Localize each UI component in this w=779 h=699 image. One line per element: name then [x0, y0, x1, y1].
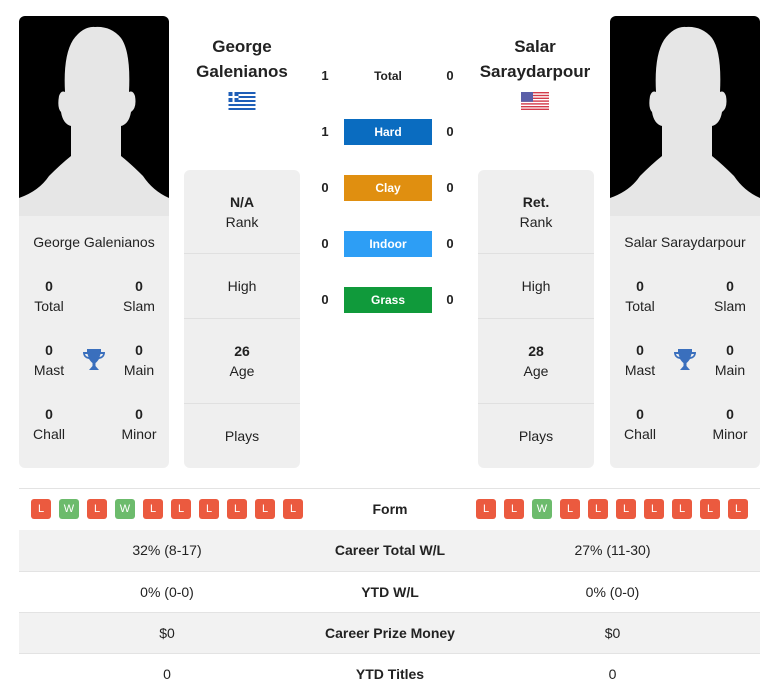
usa-flag-icon: [521, 92, 551, 110]
comparison-label: Career Total W/L: [334, 542, 446, 558]
surface-hard[interactable]: Hard: [344, 119, 432, 145]
player1-high: High: [184, 254, 300, 319]
player2-rank: Ret. Rank: [478, 170, 594, 254]
player2-titles-main: 0 Main: [714, 342, 746, 378]
player2-titles-mast: 0 Mast: [624, 342, 656, 378]
h2h-p1-count: 1: [321, 68, 329, 83]
form-loss-badge[interactable]: L: [560, 499, 580, 519]
greece-flag-icon: [228, 92, 258, 110]
player2-titles-total: 0 Total: [625, 278, 655, 314]
silhouette-icon: [19, 26, 169, 216]
form-win-badge[interactable]: W: [59, 499, 79, 519]
player1-info-card: N/A Rank High 26 Age Plays: [184, 170, 300, 468]
form-loss-badge[interactable]: L: [672, 499, 692, 519]
player2-titles-minor: 0 Minor: [712, 406, 748, 442]
h2h-row-hard: 1 Hard 0: [310, 119, 465, 145]
player2-age: 28 Age: [478, 319, 594, 404]
player2-photo: [610, 16, 760, 216]
player2-value: 27% (11-30): [574, 542, 651, 558]
surface-indoor[interactable]: Indoor: [344, 231, 432, 257]
player1-age: 26 Age: [184, 319, 300, 404]
h2h-p2-count: 0: [446, 236, 454, 251]
player2-titles-slam: 0 Slam: [714, 278, 746, 314]
divider: [19, 488, 760, 489]
comparison-label: YTD Titles: [355, 666, 425, 682]
surface-total: Total: [374, 69, 402, 83]
player1-value: 0: [163, 666, 171, 682]
h2h-p1-count: 0: [321, 180, 329, 195]
surface-grass[interactable]: Grass: [344, 287, 432, 313]
player2-titles-chall: 0 Chall: [624, 406, 656, 442]
form-loss-badge[interactable]: L: [171, 499, 191, 519]
player1-titles-slam: 0 Slam: [123, 278, 155, 314]
form-loss-badge[interactable]: L: [700, 499, 720, 519]
form-loss-badge[interactable]: L: [476, 499, 496, 519]
h2h-row-grass: 0 Grass 0: [310, 287, 465, 313]
player1-value: $0: [159, 625, 175, 641]
player1-titles-minor: 0 Minor: [121, 406, 157, 442]
form-loss-badge[interactable]: L: [199, 499, 219, 519]
form-win-badge[interactable]: W: [115, 499, 135, 519]
player2-name[interactable]: Salar Saraydarpour: [475, 34, 595, 84]
h2h-p2-count: 0: [446, 292, 454, 307]
h2h-p1-count: 1: [321, 124, 329, 139]
player1-titles-chall: 0 Chall: [33, 406, 65, 442]
comparison-row: 0% (0-0) YTD W/L 0% (0-0): [19, 571, 760, 612]
form-loss-badge[interactable]: L: [227, 499, 247, 519]
h2h-p2-count: 0: [446, 124, 454, 139]
silhouette-icon: [610, 26, 760, 216]
form-loss-badge[interactable]: L: [87, 499, 107, 519]
h2h-p2-count: 0: [446, 68, 454, 83]
comparison-row: $0 Career Prize Money $0: [19, 612, 760, 653]
player1-rank: N/A Rank: [184, 170, 300, 254]
player2-value: 0: [608, 666, 617, 682]
h2h-p2-count: 0: [446, 180, 454, 195]
form-loss-badge[interactable]: L: [143, 499, 163, 519]
player1-value: 0% (0-0): [140, 584, 194, 600]
form-loss-badge[interactable]: L: [588, 499, 608, 519]
h2h-p1-count: 0: [321, 236, 329, 251]
h2h-row-indoor: 0 Indoor 0: [310, 231, 465, 257]
player2-info-card: Ret. Rank High 28 Age Plays: [478, 170, 594, 468]
player1-titles-total: 0 Total: [34, 278, 64, 314]
comparison-label: Career Prize Money: [325, 625, 455, 641]
player1-name[interactable]: George Galenianos: [182, 34, 302, 84]
form-loss-badge[interactable]: L: [283, 499, 303, 519]
form-loss-badge[interactable]: L: [255, 499, 275, 519]
trophy-icon: [673, 347, 697, 371]
player1-plays: Plays: [224, 428, 260, 444]
h2h-row-clay: 0 Clay 0: [310, 175, 465, 201]
form-label: Form: [372, 501, 408, 517]
form-loss-badge[interactable]: L: [31, 499, 51, 519]
player1-value: 32% (8-17): [132, 542, 202, 558]
player2-plays: Plays: [518, 428, 554, 444]
player2-full-name: Salar Saraydarpour: [624, 234, 746, 250]
form-loss-badge[interactable]: L: [504, 499, 524, 519]
form-win-badge[interactable]: W: [532, 499, 552, 519]
player2-titles-card: Salar Saraydarpour 0 Total 0 Slam 0 Mast 0M…: [610, 216, 760, 468]
form-loss-badge[interactable]: L: [728, 499, 748, 519]
player1-titles-main: 0 Main: [123, 342, 155, 378]
player2-high: High: [478, 254, 594, 319]
player1-titles-card: George Galenianos 0 Total 0 Slam 0 Mast 0 Ma…: [19, 216, 169, 468]
form-loss-badge[interactable]: L: [616, 499, 636, 519]
surface-clay[interactable]: Clay: [344, 175, 432, 201]
player2-value: 0% (0-0): [585, 584, 640, 600]
player2-value: $0: [604, 625, 621, 641]
h2h-p1-count: 0: [321, 292, 329, 307]
trophy-icon: [82, 347, 106, 371]
comparison-row: 32% (8-17) Career Total W/L 27% (11-30): [19, 530, 760, 571]
comparison-row: 0 YTD Titles 0: [19, 653, 760, 694]
player1-full-name: George Galenianos: [33, 234, 155, 250]
player1-titles-mast: 0 Mast: [33, 342, 65, 378]
h2h-row-total: 1 Total 0: [310, 63, 465, 89]
player1-photo: [19, 16, 169, 216]
form-loss-badge[interactable]: L: [644, 499, 664, 519]
comparison-label: YTD W/L: [361, 584, 419, 600]
